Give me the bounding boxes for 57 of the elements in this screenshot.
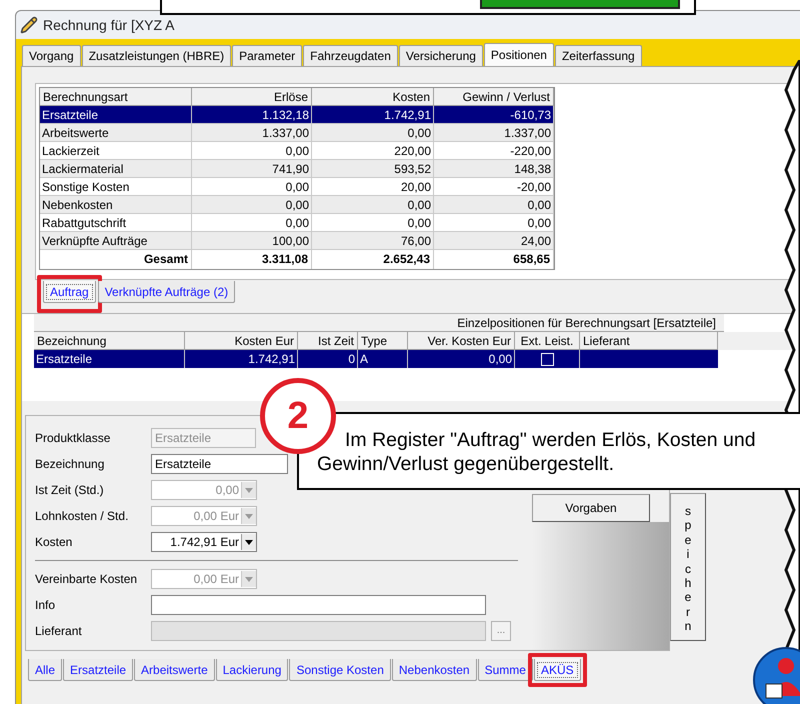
tab[interactable]: Ersatzteile [63, 659, 134, 681]
tab[interactable]: Arbeitswerte [134, 659, 215, 681]
field-label: Bezeichnung [35, 456, 106, 473]
tab[interactable]: Nebenkosten [392, 659, 477, 681]
table-row[interactable]: Lackiermaterial 741,90 593,52 148,38 [40, 160, 554, 178]
table-row[interactable]: Ersatzteile 1.742,91 0 A 0,00 [34, 350, 718, 368]
tab[interactable]: Fahrzeugdaten [303, 45, 398, 66]
tab[interactable]: Verknüpfte Aufträge (2) [98, 281, 236, 303]
total-cell: 658,65 [434, 250, 554, 269]
table-row[interactable]: Ersatzteile 1.132,18 1.742,91 -610,73 [40, 106, 554, 124]
caret-icon [241, 482, 256, 498]
field-label: Kosten [35, 534, 74, 551]
tab[interactable]: Parameter [232, 45, 302, 66]
table-row[interactable]: Verknüpfte Aufträge 100,00 76,00 24,00 [40, 232, 554, 250]
field-label: Produktklasse [35, 430, 112, 447]
text-field[interactable]: Ersatzteile [151, 454, 288, 474]
total-cell: Gesamt [40, 250, 192, 269]
person-icon [752, 646, 800, 704]
table-row[interactable]: Lackierzeit 0,00 220,00 -220,00 [40, 142, 554, 160]
table-cell: 0 [298, 350, 358, 368]
save-button[interactable]: speichern [670, 493, 706, 641]
tab[interactable]: Alle [28, 659, 62, 681]
field-label: Lohnkosten / Std. [35, 508, 130, 525]
vorgaben-button[interactable]: Vorgaben [532, 494, 650, 522]
tab[interactable]: Zeiterfassung [554, 45, 642, 66]
table-cell: Ersatzteile [34, 350, 185, 368]
table-row[interactable]: Rabattgutschrift 0,00 0,00 0,00 [40, 214, 554, 232]
field-label: Vereinbarte Kosten [35, 571, 138, 588]
table-caption: Einzelpositionen für Berechnungsart [Ersatzteile] [34, 314, 724, 332]
table-row[interactable]: Arbeitswerte 1.337,00 0,00 1.337,00 [40, 124, 554, 142]
tab[interactable]: Summe [478, 659, 533, 681]
total-cell: 3.311,08 [192, 250, 312, 269]
tab[interactable]: Vorgang [22, 45, 81, 66]
caret-icon [241, 571, 256, 587]
tab[interactable]: Sonstige Kosten [289, 659, 391, 681]
field-label: Lieferant [35, 623, 83, 640]
table-row[interactable]: Sonstige Kosten 0,00 20,00 -20,00 [40, 178, 554, 196]
field-label: Ist Zeit (Std.) [35, 482, 105, 499]
table-cell: A [358, 350, 408, 368]
text-field[interactable] [151, 595, 486, 615]
caret-icon [241, 508, 256, 524]
tab[interactable]: Positionen [484, 43, 554, 66]
checkbox[interactable] [540, 352, 554, 366]
tab[interactable]: AKÜS [534, 659, 581, 681]
table-cell: 0,00 [408, 350, 515, 368]
tab[interactable]: Auftrag [43, 281, 96, 303]
window-title: Rechnung für [XYZ A [43, 16, 175, 35]
tab[interactable]: Zusatzleistungen (HBRE) [82, 45, 232, 66]
table-cell: 1.742,91 [185, 350, 298, 368]
caret-icon [241, 534, 256, 550]
total-cell: 2.652,43 [312, 250, 434, 269]
pencil-icon [20, 16, 38, 34]
table-row[interactable]: Nebenkosten 0,00 0,00 0,00 [40, 196, 554, 214]
field-label: Info [35, 597, 56, 614]
dropdown-field[interactable]: 1.742,91 Eur [151, 532, 257, 552]
tab[interactable]: Versicherung [398, 45, 483, 66]
tab[interactable]: Lackierung [216, 659, 288, 681]
